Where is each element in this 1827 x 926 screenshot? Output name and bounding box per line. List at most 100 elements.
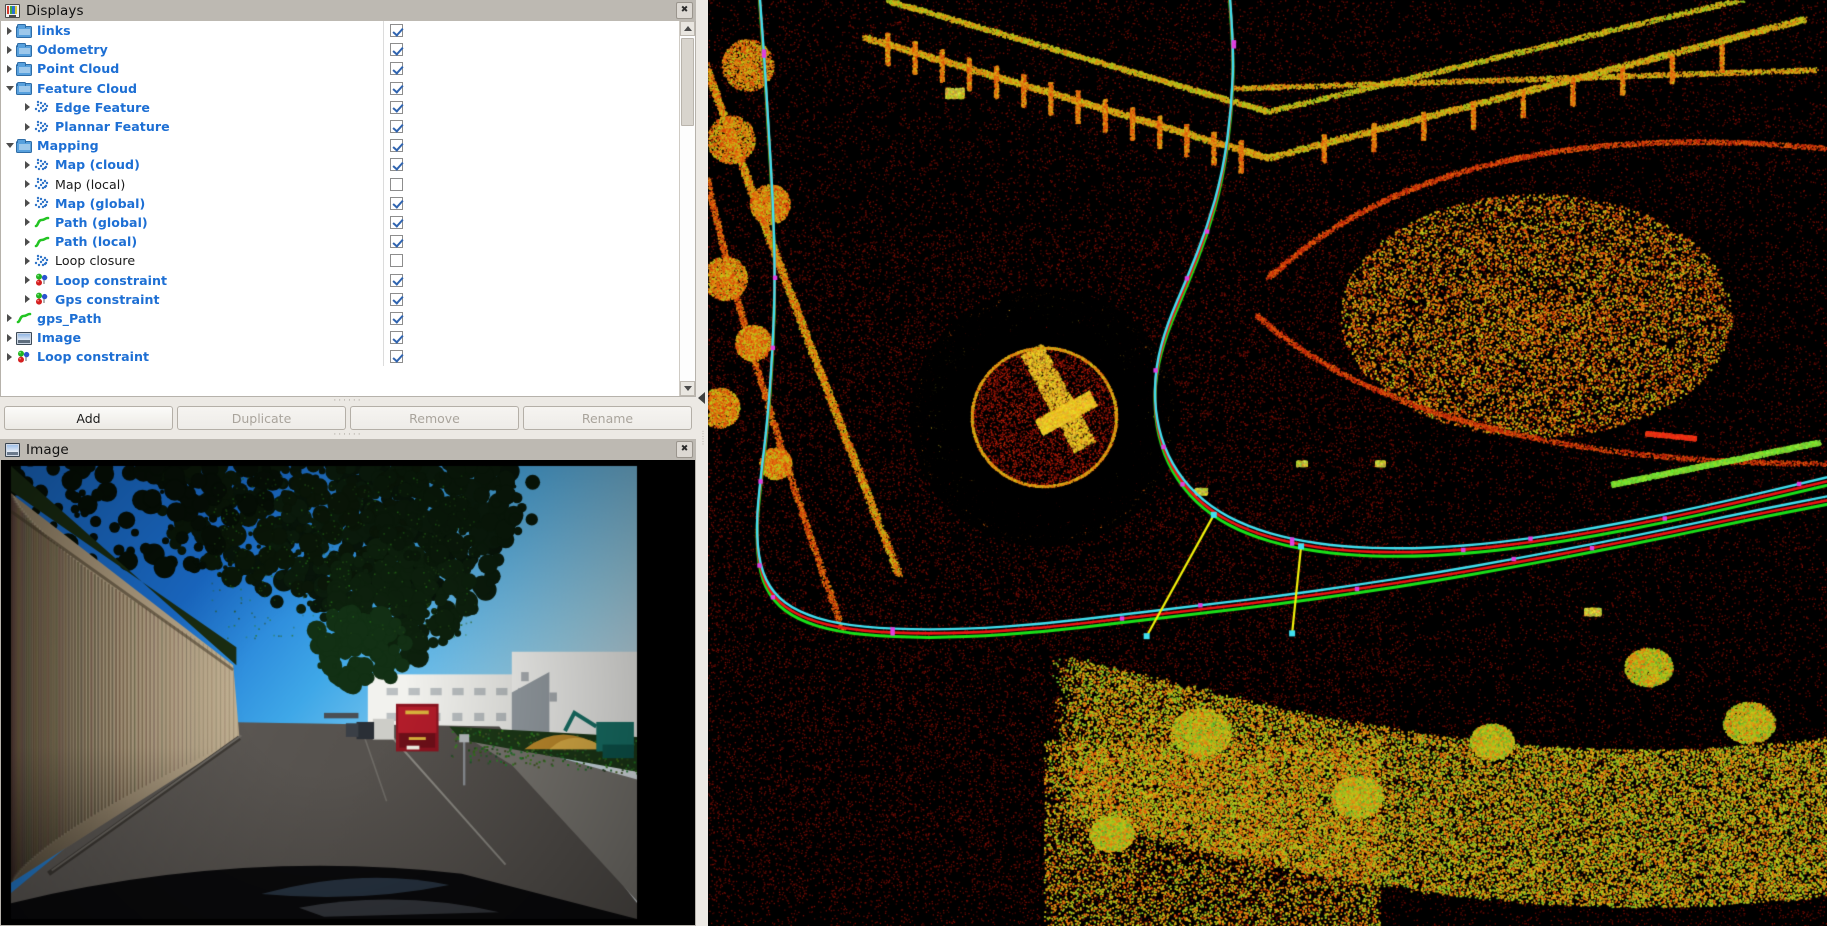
- tree-row[interactable]: Edge Feature: [1, 98, 679, 117]
- tree-row[interactable]: Path (local): [1, 232, 679, 251]
- tree-row-label-cell[interactable]: Feature Cloud: [1, 81, 383, 96]
- tree-row-label-cell[interactable]: links: [1, 23, 383, 38]
- tree-row[interactable]: Path (global): [1, 213, 679, 232]
- display-enabled-checkbox[interactable]: [390, 24, 403, 37]
- display-enabled-checkbox[interactable]: [390, 274, 403, 287]
- tree-row-enable-cell[interactable]: [384, 235, 679, 248]
- tree-row-label-cell[interactable]: Point Cloud: [1, 61, 383, 76]
- chevron-down-icon[interactable]: [3, 139, 16, 152]
- tree-row-label-cell[interactable]: Gps constraint: [1, 292, 383, 307]
- tree-row[interactable]: Odometry: [1, 40, 679, 59]
- tree-row-enable-cell[interactable]: [384, 331, 679, 344]
- tree-row[interactable]: Mapping: [1, 136, 679, 155]
- tree-row[interactable]: Feature Cloud: [1, 79, 679, 98]
- display-enabled-checkbox[interactable]: [390, 158, 403, 171]
- tree-row-label-cell[interactable]: Mapping: [1, 138, 383, 153]
- collapse-left-arrow-icon[interactable]: [698, 392, 705, 404]
- display-enabled-checkbox[interactable]: [390, 43, 403, 56]
- chevron-right-icon[interactable]: [21, 216, 34, 229]
- display-enabled-checkbox[interactable]: [390, 312, 403, 325]
- tree-row-label-cell[interactable]: Path (global): [1, 215, 383, 230]
- tree-row-label-cell[interactable]: Loop constraint: [1, 273, 383, 288]
- tree-row[interactable]: Loop constraint: [1, 270, 679, 289]
- tree-row-enable-cell[interactable]: [384, 350, 679, 363]
- display-enabled-checkbox[interactable]: [390, 82, 403, 95]
- tree-row[interactable]: gps_Path: [1, 309, 679, 328]
- render-panel-3d-view[interactable]: [708, 0, 1827, 926]
- tree-row-enable-cell[interactable]: [384, 43, 679, 56]
- tree-row-enable-cell[interactable]: [384, 216, 679, 229]
- chevron-right-icon[interactable]: [21, 293, 34, 306]
- scrollbar-track[interactable]: [680, 36, 695, 381]
- tree-row-enable-cell[interactable]: [384, 274, 679, 287]
- chevron-right-icon[interactable]: [3, 62, 16, 75]
- chevron-right-icon[interactable]: [21, 197, 34, 210]
- tree-row-label-cell[interactable]: gps_Path: [1, 311, 383, 326]
- tree-row-label-cell[interactable]: Edge Feature: [1, 100, 383, 115]
- display-enabled-checkbox[interactable]: [390, 235, 403, 248]
- scroll-up-button[interactable]: [680, 21, 695, 36]
- chevron-right-icon[interactable]: [21, 101, 34, 114]
- tree-row-label-cell[interactable]: Image: [1, 330, 383, 345]
- tree-row[interactable]: Loop constraint: [1, 347, 679, 366]
- chevron-right-icon[interactable]: [21, 120, 34, 133]
- tree-row-enable-cell[interactable]: [384, 82, 679, 95]
- displays-panel-close-icon[interactable]: [676, 2, 693, 19]
- display-enabled-checkbox[interactable]: [390, 293, 403, 306]
- tree-row-label-cell[interactable]: Map (global): [1, 196, 383, 211]
- horizontal-splitter-top[interactable]: ······: [0, 397, 696, 405]
- tree-row-label-cell[interactable]: Map (cloud): [1, 157, 383, 172]
- tree-row[interactable]: Map (cloud): [1, 155, 679, 174]
- tree-row[interactable]: Point Cloud: [1, 59, 679, 78]
- display-enabled-checkbox[interactable]: [390, 62, 403, 75]
- display-enabled-checkbox[interactable]: [390, 350, 403, 363]
- chevron-right-icon[interactable]: [3, 331, 16, 344]
- tree-row-enable-cell[interactable]: [384, 312, 679, 325]
- tree-row[interactable]: Plannar Feature: [1, 117, 679, 136]
- tree-row-label-cell[interactable]: Map (local): [1, 177, 383, 192]
- chevron-right-icon[interactable]: [21, 274, 34, 287]
- tree-row[interactable]: Map (global): [1, 194, 679, 213]
- display-enabled-checkbox[interactable]: [390, 331, 403, 344]
- scrollbar-thumb[interactable]: [681, 38, 694, 126]
- tree-row-enable-cell[interactable]: [384, 178, 679, 191]
- chevron-right-icon[interactable]: [21, 158, 34, 171]
- horizontal-splitter-bottom[interactable]: ······: [0, 431, 696, 439]
- tree-row[interactable]: Map (local): [1, 175, 679, 194]
- chevron-right-icon[interactable]: [3, 43, 16, 56]
- tree-row-label-cell[interactable]: Odometry: [1, 42, 383, 57]
- tree-row-label-cell[interactable]: Path (local): [1, 234, 383, 249]
- tree-row-enable-cell[interactable]: [384, 293, 679, 306]
- chevron-right-icon[interactable]: [21, 178, 34, 191]
- display-enabled-checkbox[interactable]: [390, 197, 403, 210]
- tree-row-enable-cell[interactable]: [384, 197, 679, 210]
- tree-row-enable-cell[interactable]: [384, 254, 679, 267]
- tree-row-label-cell[interactable]: Loop constraint: [1, 349, 383, 364]
- display-enabled-checkbox[interactable]: [390, 139, 403, 152]
- chevron-right-icon[interactable]: [3, 312, 16, 325]
- chevron-right-icon[interactable]: [21, 254, 34, 267]
- display-enabled-checkbox[interactable]: [390, 254, 403, 267]
- tree-row-enable-cell[interactable]: [384, 139, 679, 152]
- displays-tree[interactable]: links Odometry Point Cloud Feature Cloud Edg…: [1, 21, 679, 366]
- image-panel-close-icon[interactable]: [676, 441, 693, 458]
- display-enabled-checkbox[interactable]: [390, 120, 403, 133]
- tree-row[interactable]: Image: [1, 328, 679, 347]
- chevron-right-icon[interactable]: [21, 235, 34, 248]
- tree-row-enable-cell[interactable]: [384, 158, 679, 171]
- tree-row-label-cell[interactable]: Plannar Feature: [1, 119, 383, 134]
- add-button[interactable]: Add: [4, 406, 173, 430]
- tree-row[interactable]: Gps constraint: [1, 290, 679, 309]
- scroll-down-button[interactable]: [680, 381, 695, 396]
- display-enabled-checkbox[interactable]: [390, 178, 403, 191]
- chevron-down-icon[interactable]: [3, 82, 16, 95]
- tree-row[interactable]: Loop closure: [1, 251, 679, 270]
- display-enabled-checkbox[interactable]: [390, 216, 403, 229]
- tree-row-enable-cell[interactable]: [384, 101, 679, 114]
- tree-row[interactable]: links: [1, 21, 679, 40]
- tree-row-label-cell[interactable]: Loop closure: [1, 253, 383, 268]
- tree-row-enable-cell[interactable]: [384, 24, 679, 37]
- chevron-right-icon[interactable]: [3, 350, 16, 363]
- display-enabled-checkbox[interactable]: [390, 101, 403, 114]
- camera-image-view[interactable]: [0, 460, 696, 926]
